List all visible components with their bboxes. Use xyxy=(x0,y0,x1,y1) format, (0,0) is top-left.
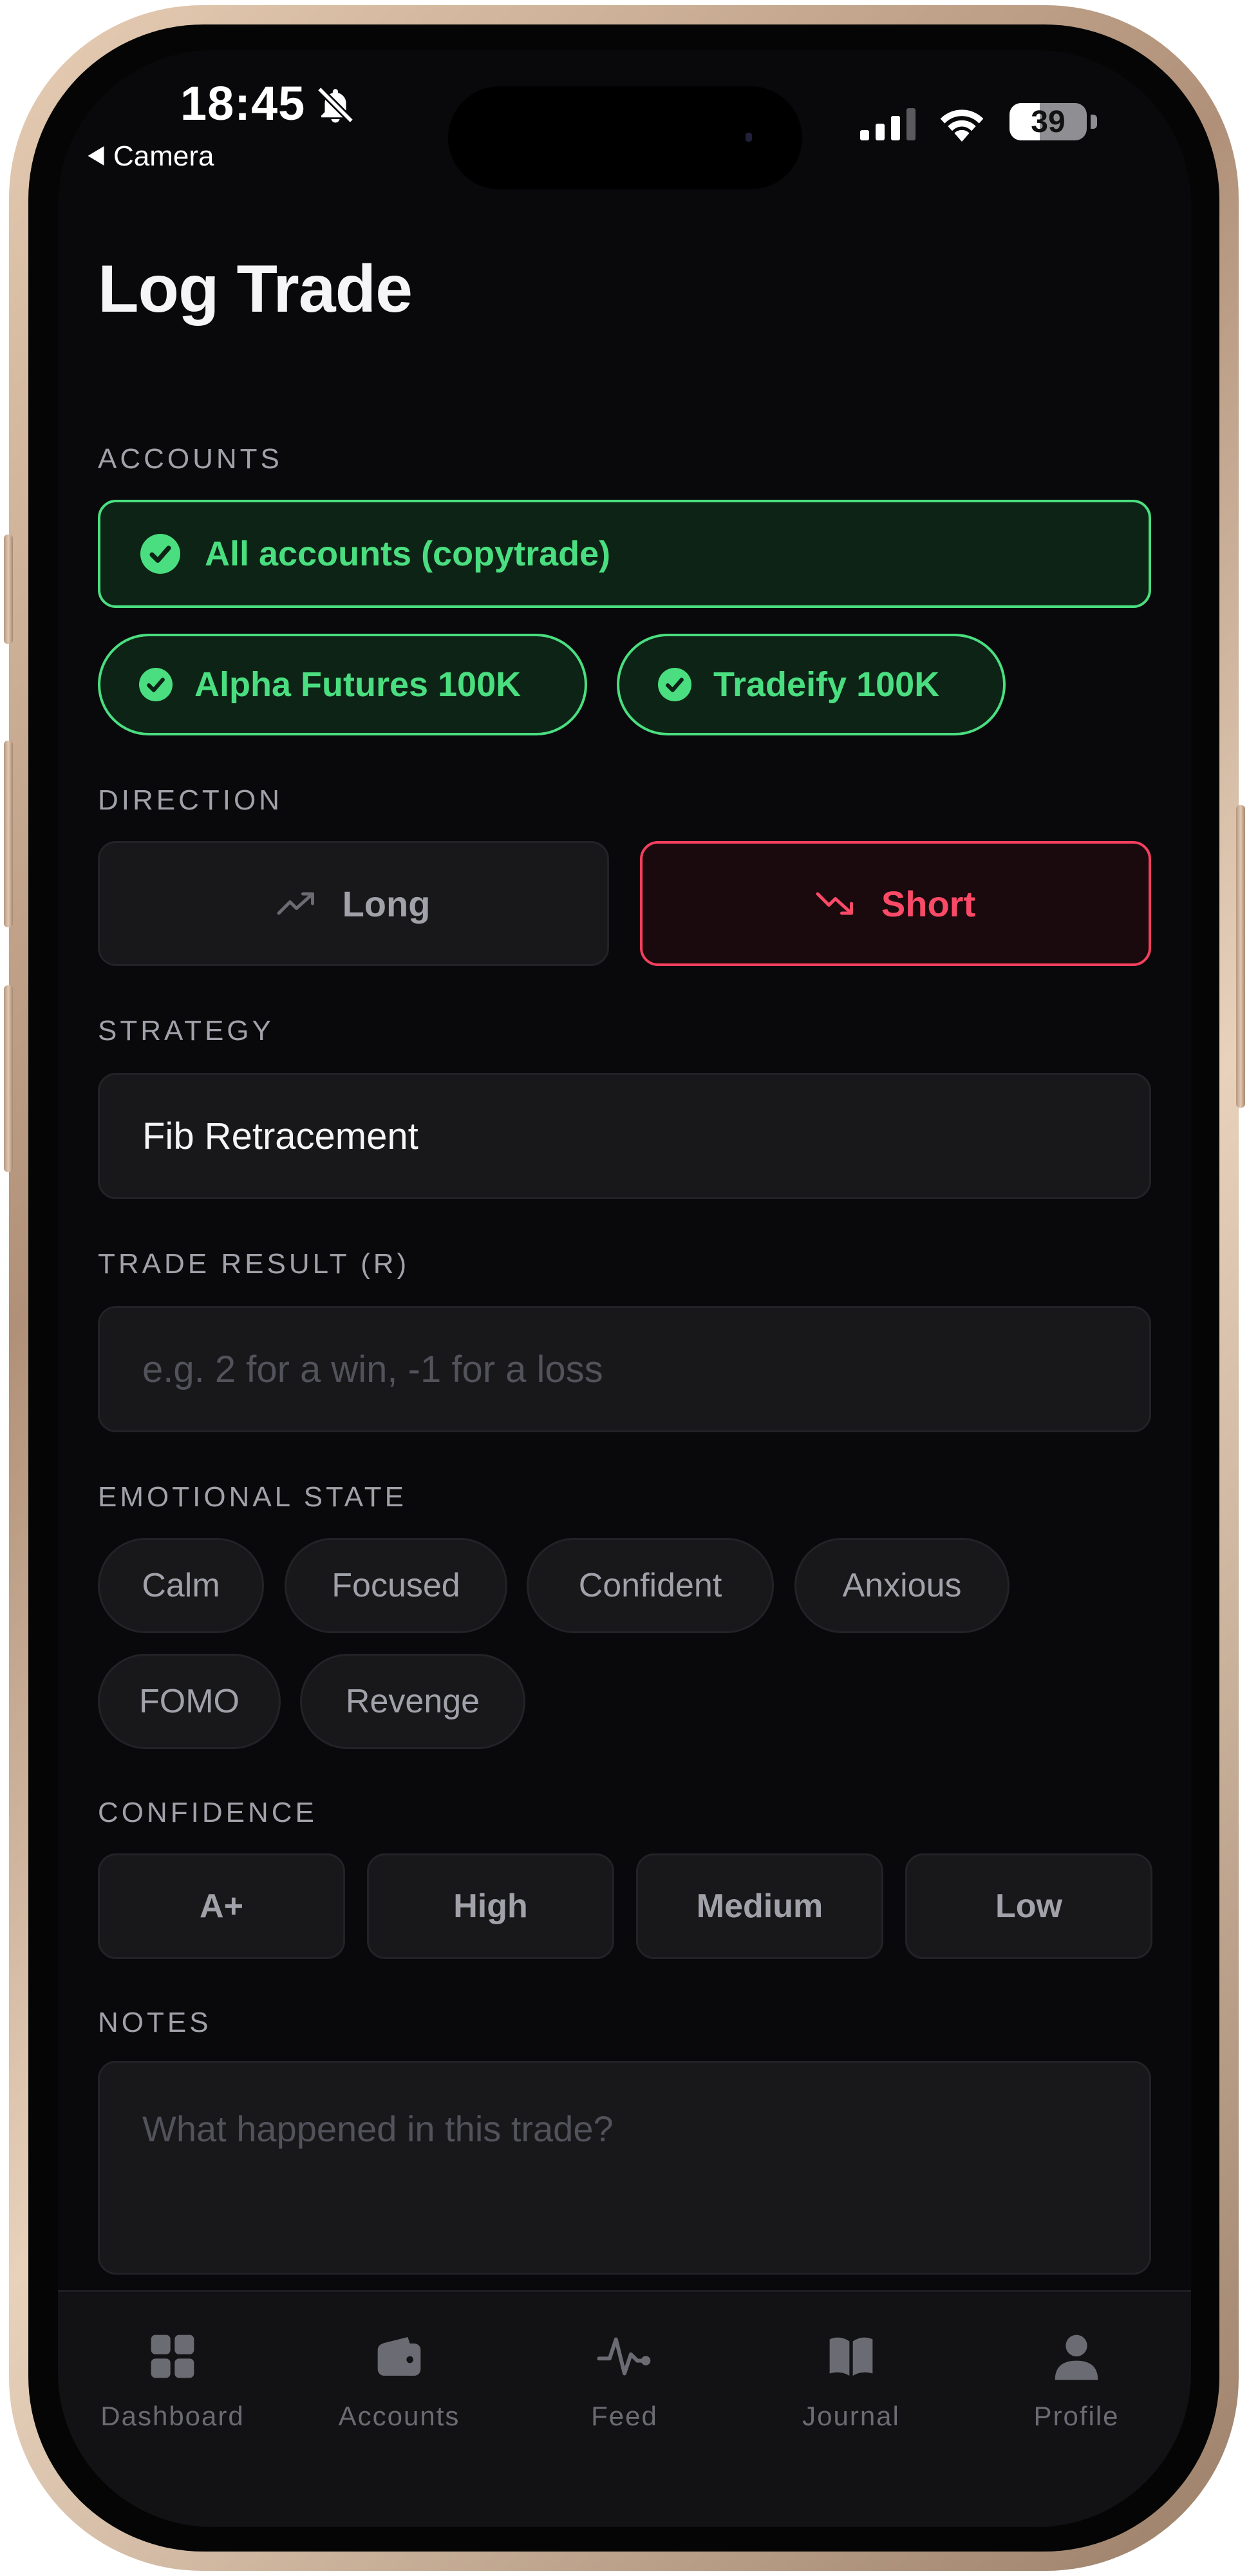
app-screen: 18:45 Camera 39 Log Trade ACCOUNTS All a… xyxy=(58,50,1191,2527)
trade-result-label: TRADE RESULT (R) xyxy=(98,1248,410,1280)
strategy-label: STRATEGY xyxy=(98,1015,274,1046)
book-icon xyxy=(825,2331,877,2385)
notes-label: NOTES xyxy=(98,2007,212,2038)
tab-accounts[interactable]: Accounts xyxy=(303,2331,496,2432)
emotion-chip-anxious[interactable]: Anxious xyxy=(794,1538,1010,1633)
back-app-label: Camera xyxy=(113,140,214,172)
check-circle-icon xyxy=(140,534,180,574)
account-chip-tradeify[interactable]: Tradeify 100K xyxy=(617,634,1006,735)
user-icon xyxy=(1051,2331,1102,2385)
status-time: 18:45 xyxy=(180,77,306,130)
confidence-low[interactable]: Low xyxy=(905,1853,1152,1959)
confidence-a-plus[interactable]: A+ xyxy=(98,1853,345,1959)
page-title: Log Trade xyxy=(98,252,413,327)
check-circle-icon xyxy=(139,668,173,701)
accounts-label: ACCOUNTS xyxy=(98,443,283,475)
pulse-icon xyxy=(597,2331,652,2385)
strategy-value: Fib Retracement xyxy=(142,1115,418,1157)
emotion-chip-focused[interactable]: Focused xyxy=(285,1538,507,1633)
confidence-high[interactable]: High xyxy=(367,1853,614,1959)
emotion-chip-calm[interactable]: Calm xyxy=(98,1538,264,1633)
emotional-state-label: EMOTIONAL STATE xyxy=(98,1481,408,1513)
battery-indicator: 39 xyxy=(1010,103,1087,140)
camera-dot xyxy=(746,133,752,142)
cellular-signal-icon xyxy=(860,108,917,144)
volume-up-button xyxy=(4,741,13,927)
direction-short-button[interactable]: Short xyxy=(640,841,1151,966)
tab-label: Accounts xyxy=(338,2401,460,2431)
tab-label: Profile xyxy=(1033,2401,1120,2431)
account-chip-alpha-futures[interactable]: Alpha Futures 100K xyxy=(98,634,587,735)
trending-down-icon xyxy=(816,883,858,925)
action-button xyxy=(4,535,13,644)
strategy-select[interactable]: Fib Retracement xyxy=(98,1073,1151,1199)
account-chip-label: Alpha Futures 100K xyxy=(194,665,521,704)
trending-up-icon xyxy=(277,883,319,925)
confidence-label: CONFIDENCE xyxy=(98,1797,317,1828)
dynamic-island xyxy=(448,86,802,189)
direction-long-label: Long xyxy=(342,883,431,924)
tab-dashboard[interactable]: Dashboard xyxy=(76,2331,269,2432)
battery-percent: 39 xyxy=(1031,104,1066,139)
tab-profile[interactable]: Profile xyxy=(980,2331,1173,2432)
emotion-chip-fomo[interactable]: FOMO xyxy=(98,1654,281,1749)
wallet-icon xyxy=(373,2331,425,2385)
check-circle-icon xyxy=(658,668,691,701)
all-accounts-label: All accounts (copytrade) xyxy=(205,535,611,573)
wifi-icon xyxy=(936,103,988,145)
notes-placeholder: What happened in this trade? xyxy=(142,2108,614,2149)
direction-label: DIRECTION xyxy=(98,784,283,816)
trade-result-placeholder: e.g. 2 for a win, -1 for a loss xyxy=(142,1348,603,1390)
volume-down-button xyxy=(4,985,13,1172)
account-chip-label: Tradeify 100K xyxy=(713,665,940,704)
all-accounts-toggle[interactable]: All accounts (copytrade) xyxy=(98,500,1151,608)
notes-textarea[interactable]: What happened in this trade? xyxy=(98,2061,1151,2275)
emotion-chip-revenge[interactable]: Revenge xyxy=(300,1654,525,1749)
grid-icon xyxy=(147,2331,198,2385)
bell-slash-icon xyxy=(314,84,357,129)
tab-label: Journal xyxy=(802,2401,900,2431)
direction-long-button[interactable]: Long xyxy=(98,841,609,966)
bottom-tab-bar: Dashboard Accounts Feed Journal Profile xyxy=(58,2290,1191,2527)
battery-cap xyxy=(1091,115,1097,129)
confidence-medium[interactable]: Medium xyxy=(636,1853,883,1959)
trade-result-input[interactable]: e.g. 2 for a win, -1 for a loss xyxy=(98,1306,1151,1432)
tab-label: Dashboard xyxy=(100,2401,245,2431)
direction-short-label: Short xyxy=(881,883,976,924)
tab-feed[interactable]: Feed xyxy=(528,2331,721,2432)
back-to-app-link[interactable]: Camera xyxy=(88,140,214,173)
emotion-chip-confident[interactable]: Confident xyxy=(527,1538,774,1633)
tab-journal[interactable]: Journal xyxy=(755,2331,948,2432)
power-button xyxy=(1236,805,1245,1108)
tab-label: Feed xyxy=(591,2401,658,2431)
back-triangle-icon xyxy=(88,140,104,173)
